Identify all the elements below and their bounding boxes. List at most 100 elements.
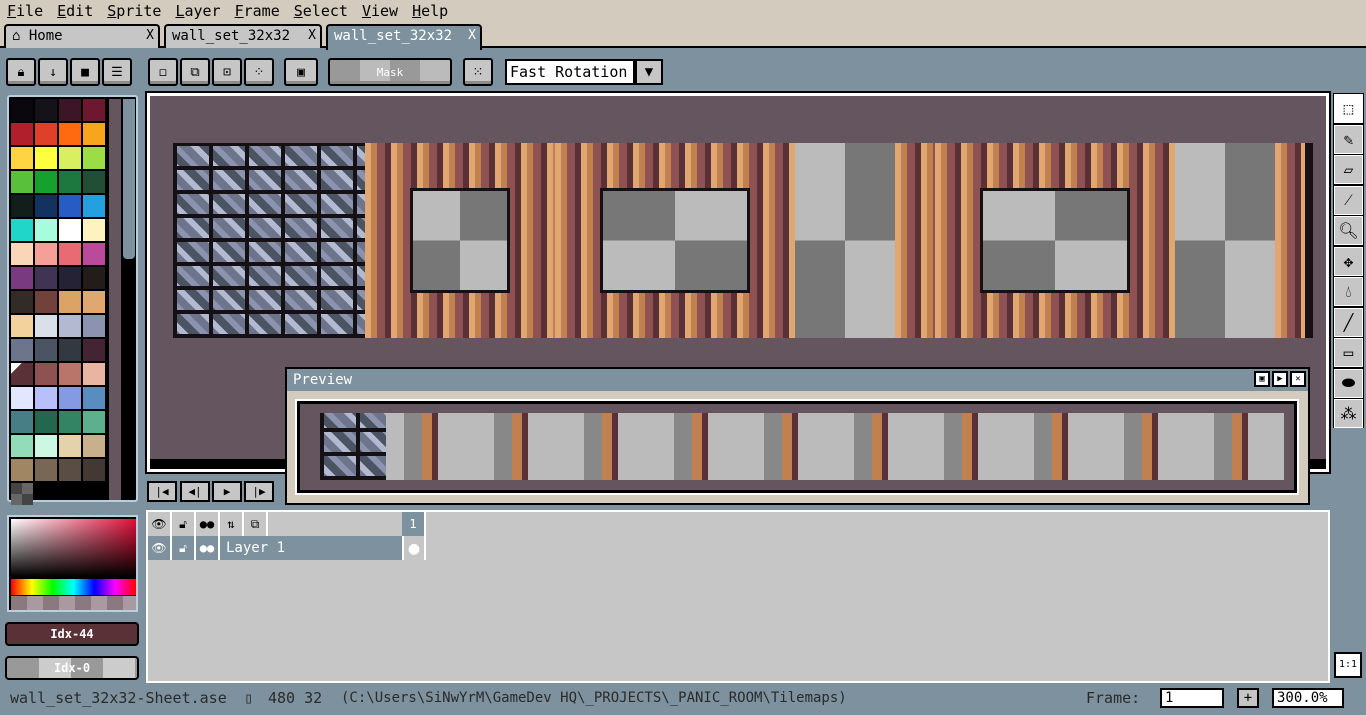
menu-select[interactable]: Select — [287, 0, 355, 22]
page-button[interactable]: ■ — [70, 58, 100, 86]
foreground-color-button[interactable]: Idx-44 — [5, 622, 139, 646]
palette-swatch[interactable] — [59, 123, 81, 145]
down-button[interactable]: ↓ — [38, 58, 68, 86]
layer-name[interactable]: Layer 1 — [222, 536, 392, 560]
palette-swatch[interactable] — [83, 267, 105, 289]
palette-swatch[interactable] — [35, 411, 57, 433]
palette-swatch[interactable] — [35, 243, 57, 265]
palette-swatch[interactable] — [59, 171, 81, 193]
palette-scrollbar[interactable] — [123, 99, 135, 259]
palette-swatch[interactable] — [11, 387, 33, 409]
alpha-slider[interactable] — [11, 596, 136, 610]
tab-home[interactable]: ⌂ Home X — [4, 24, 160, 48]
chevron-down-icon[interactable]: ▼ — [635, 59, 663, 85]
unlock-icon[interactable]: 🔓︎ — [172, 536, 196, 560]
palette-swatch[interactable] — [11, 147, 33, 169]
background-color-button[interactable]: Idx-0 — [5, 656, 139, 680]
palette-swatch[interactable] — [59, 267, 81, 289]
saturation-value-field[interactable] — [11, 519, 136, 577]
palette-swatch[interactable] — [11, 339, 33, 361]
pivot-button[interactable]: ⁙ — [463, 58, 493, 86]
frame-input[interactable]: 1 — [1160, 688, 1224, 708]
palette-swatch[interactable] — [59, 459, 81, 481]
preview-title-bar[interactable]: Preview ▣ ▶ ✕ — [287, 369, 1308, 391]
zoom-reset-button[interactable]: 1:1 — [1334, 652, 1362, 678]
hue-slider[interactable] — [11, 579, 136, 595]
palette-swatch[interactable] — [11, 123, 33, 145]
layer-row[interactable]: 👁︎ 🔓︎ ●● Layer 1 ● — [148, 536, 426, 560]
menu-file[interactable]: File — [0, 0, 50, 22]
play-icon[interactable]: ▶ — [1272, 371, 1288, 387]
selection-add-button[interactable]: ⧉ — [180, 58, 210, 86]
cel-icon[interactable]: ● — [402, 536, 426, 560]
palette-swatch[interactable] — [35, 291, 57, 313]
palette-swatch[interactable] — [59, 99, 81, 121]
eye-icon[interactable]: 👁︎ — [148, 536, 172, 560]
palette-swatch[interactable] — [35, 99, 57, 121]
palette-swatch[interactable] — [83, 243, 105, 265]
palette-swatch[interactable] — [11, 459, 33, 481]
paint-bucket-icon[interactable]: 💧︎ — [1334, 277, 1363, 306]
menu-layer[interactable]: Layer — [168, 0, 227, 22]
line-icon[interactable]: ╱ — [1334, 307, 1363, 337]
color-picker[interactable] — [7, 515, 138, 612]
palette-divider[interactable] — [109, 99, 121, 500]
contour-icon[interactable]: ⬬ — [1334, 368, 1363, 398]
palette-swatch[interactable] — [59, 363, 81, 385]
spray-icon[interactable]: ⁂ — [1334, 399, 1363, 428]
palette-swatch[interactable] — [83, 99, 105, 121]
continuous-header-icon[interactable]: ●● — [196, 512, 220, 536]
add-frame-button[interactable]: + — [1237, 688, 1259, 708]
pencil-icon[interactable]: ✎ — [1334, 124, 1363, 154]
transparent-swatch[interactable] — [11, 483, 33, 505]
palette-swatch[interactable] — [83, 315, 105, 337]
palette-swatch[interactable] — [59, 219, 81, 241]
selection-subtract-button[interactable]: ⊡ — [212, 58, 242, 86]
menu-view[interactable]: View — [355, 0, 405, 22]
palette-swatch[interactable] — [35, 435, 57, 457]
eraser-icon[interactable]: ▱ — [1334, 155, 1363, 184]
palette-swatch[interactable] — [83, 291, 105, 313]
palette-swatch[interactable] — [11, 291, 33, 313]
previous-frame-button[interactable]: ◀| — [180, 481, 210, 502]
palette-swatch[interactable] — [83, 435, 105, 457]
menu-help[interactable]: Help — [405, 0, 455, 22]
palette-swatch[interactable] — [35, 171, 57, 193]
transparent-color-button[interactable]: ▣ — [284, 58, 318, 86]
move-icon[interactable]: ✥ — [1334, 246, 1363, 276]
close-icon[interactable]: ✕ — [1290, 371, 1306, 387]
menu-frame[interactable]: Frame — [228, 0, 287, 22]
onion-skin-icon[interactable]: ⧉ — [244, 512, 268, 536]
rotation-algorithm-select[interactable]: Fast Rotation — [505, 59, 635, 85]
close-icon[interactable]: X — [468, 26, 476, 46]
options-button[interactable]: ☰ — [102, 58, 132, 86]
palette-swatch[interactable] — [35, 363, 57, 385]
palette-swatch[interactable] — [59, 147, 81, 169]
palette-swatch[interactable] — [59, 315, 81, 337]
next-frame-button[interactable]: |▶ — [244, 481, 274, 502]
palette-swatch[interactable] — [83, 339, 105, 361]
palette-swatch[interactable] — [83, 171, 105, 193]
palette-swatch[interactable] — [35, 123, 57, 145]
rectangle-icon[interactable]: ▭ — [1334, 338, 1363, 367]
palette-swatch[interactable] — [59, 387, 81, 409]
palette-swatch[interactable] — [35, 459, 57, 481]
palette-swatch[interactable] — [83, 387, 105, 409]
layer-settings-icon[interactable]: ⇅ — [220, 512, 244, 536]
mask-color-button[interactable]: Mask — [328, 58, 452, 86]
palette-swatch[interactable] — [35, 315, 57, 337]
sprite-canvas[interactable] — [173, 143, 1313, 338]
selection-intersect-button[interactable]: ⁘ — [244, 58, 274, 86]
center-icon[interactable]: ▣ — [1254, 371, 1270, 387]
palette-swatch[interactable] — [83, 147, 105, 169]
palette-swatch[interactable] — [83, 363, 105, 385]
palette-swatch[interactable] — [11, 219, 33, 241]
close-icon[interactable]: X — [308, 26, 316, 46]
palette-swatch[interactable] — [35, 147, 57, 169]
palette-swatch[interactable] — [83, 459, 105, 481]
palette-swatch[interactable] — [83, 219, 105, 241]
zoom-icon[interactable]: 🔍︎ — [1334, 216, 1363, 245]
palette-swatch[interactable] — [11, 195, 33, 217]
palette-swatch[interactable] — [59, 243, 81, 265]
eyedropper-icon[interactable]: ⁄ — [1334, 185, 1363, 215]
